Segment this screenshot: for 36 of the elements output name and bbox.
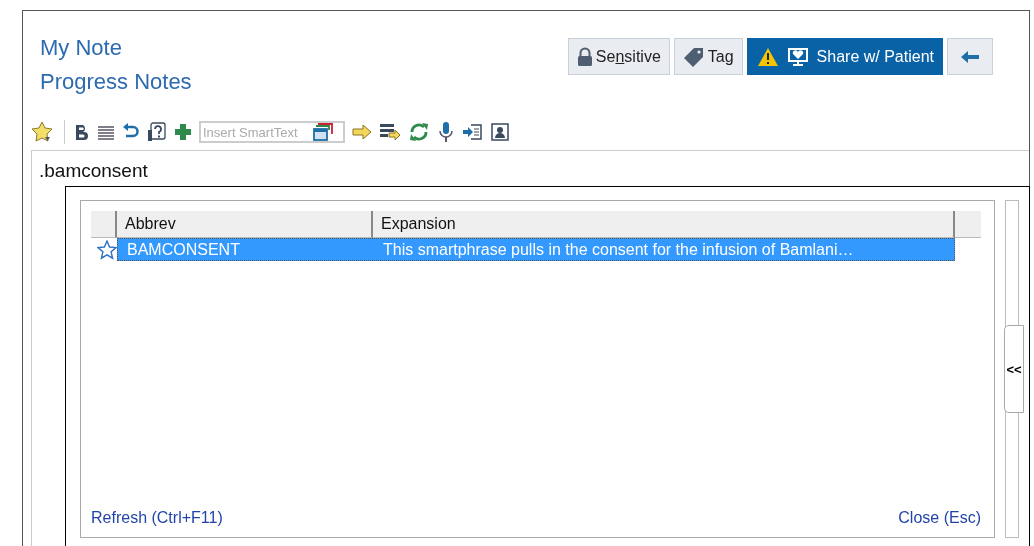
button-label: Sensitive <box>595 47 661 66</box>
plus-icon[interactable] <box>174 123 192 141</box>
refresh-icon[interactable] <box>408 121 430 143</box>
tag-icon <box>682 46 705 67</box>
column-header[interactable]: Expansion <box>373 211 955 238</box>
header-filler <box>955 211 981 238</box>
star-icon[interactable] <box>97 239 117 260</box>
windows-icon[interactable] <box>313 123 333 141</box>
sensitive-button[interactable]: Sensitive <box>567 38 670 75</box>
monitor-heart-icon <box>786 46 809 67</box>
text-lines-icon[interactable] <box>97 124 115 140</box>
share-with-patient-button[interactable]: Share w/ Patient <box>746 38 943 75</box>
button-label: Share w/ Patient <box>816 47 934 66</box>
note-type: Progress Notes <box>40 68 192 96</box>
button-label: Tag <box>707 47 734 66</box>
arrow-icon[interactable] <box>352 124 372 140</box>
list-arrow-icon[interactable] <box>379 123 401 141</box>
column-header[interactable]: Abbrev <box>117 211 373 238</box>
note-editor-text: .bamconsent <box>39 160 148 182</box>
back-button[interactable] <box>947 38 993 75</box>
lock-icon <box>576 46 593 67</box>
tag-button[interactable]: Tag <box>673 38 743 75</box>
collapse-toggle[interactable]: << <box>1004 325 1024 413</box>
bold-icon[interactable] <box>74 123 90 141</box>
microphone-icon[interactable] <box>437 121 455 143</box>
help-icon[interactable] <box>147 122 167 142</box>
star-icon[interactable] <box>31 121 55 143</box>
smarttext-box[interactable]: Insert SmartText <box>199 121 345 143</box>
header-corner <box>91 211 117 238</box>
warning-icon <box>756 46 779 67</box>
close-link[interactable]: Close (Esc) <box>898 509 981 527</box>
import-icon[interactable] <box>462 123 484 141</box>
refresh-link[interactable]: Refresh (Ctrl+F11) <box>91 509 223 527</box>
person-icon[interactable] <box>491 123 509 141</box>
back-arrow-icon <box>960 49 980 64</box>
note-title: My Note <box>40 34 123 62</box>
